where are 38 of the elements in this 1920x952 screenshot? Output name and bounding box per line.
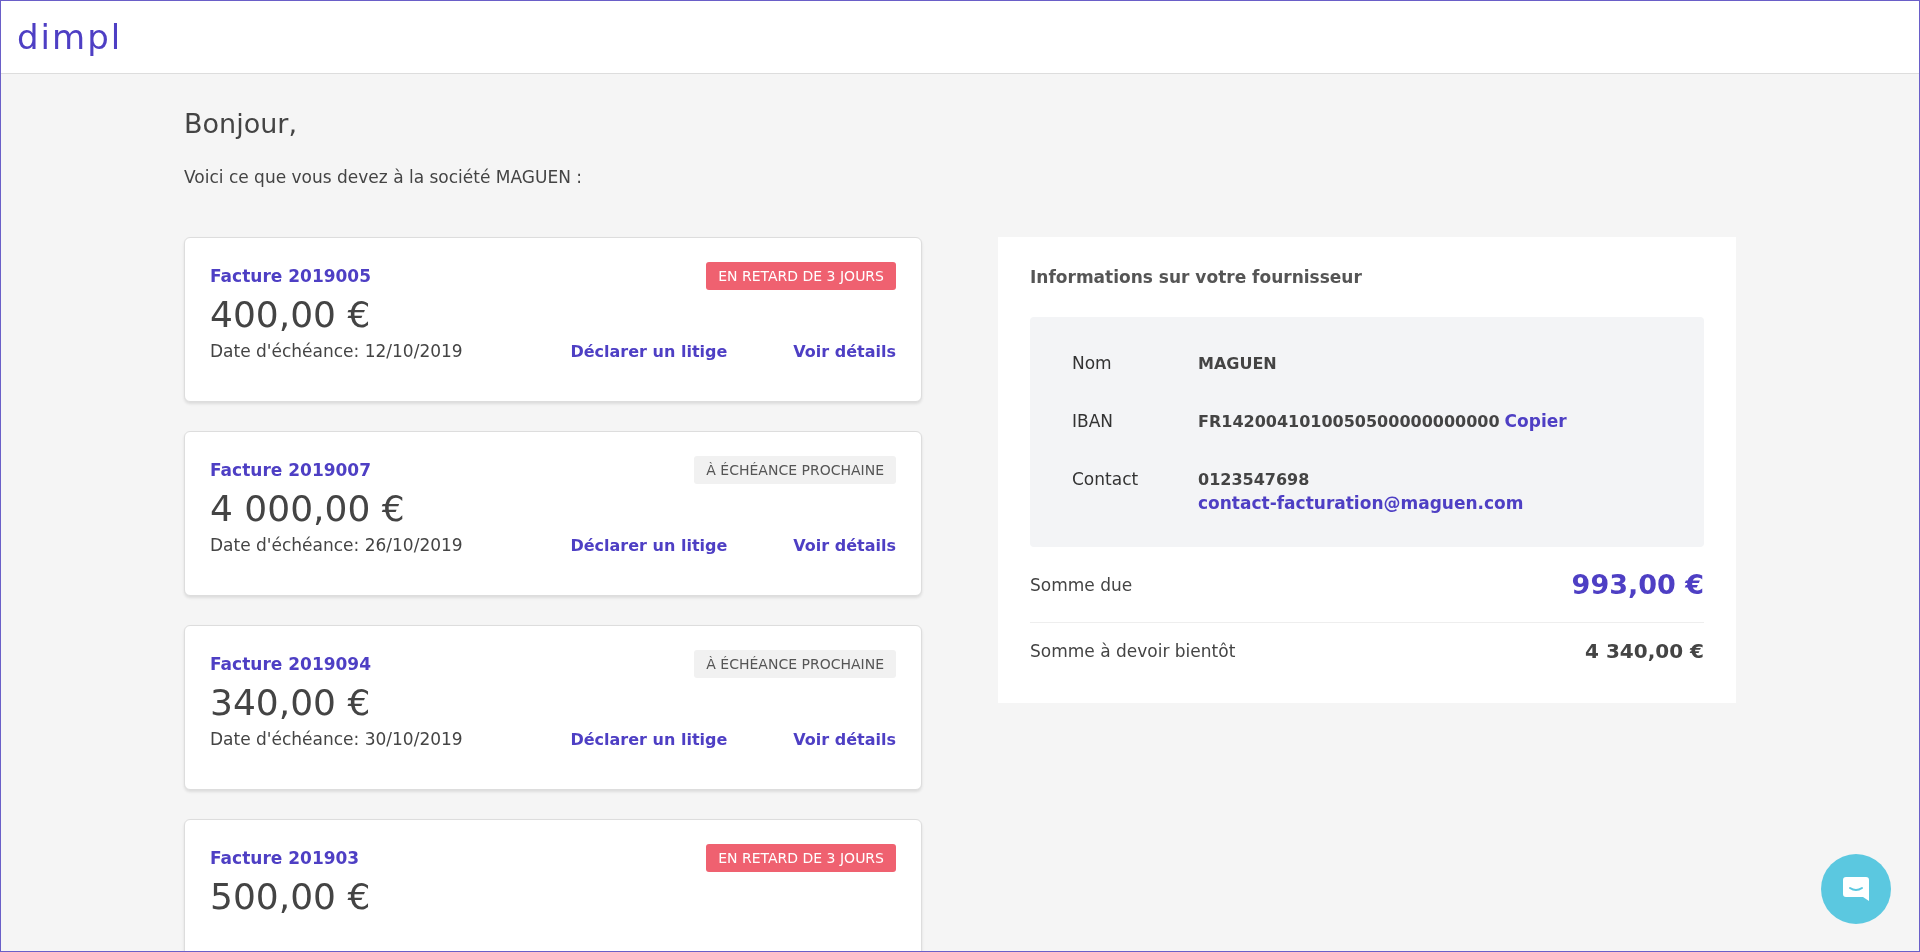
copy-link[interactable]: Copier <box>1504 411 1567 431</box>
due-date: Date d'échéance: 26/10/2019 <box>210 535 463 555</box>
field-value: 0123547698 <box>1198 470 1310 489</box>
total-amount: 4 340,00 € <box>1585 639 1704 663</box>
invoice-title[interactable]: Facture 201903 <box>210 848 360 868</box>
intro-text: Voici ce que vous devez à la société MAGUEN : <box>184 167 584 187</box>
dispute-link[interactable]: Déclarer un litige <box>570 341 728 361</box>
total-label: Somme à devoir bientôt <box>1030 641 1236 661</box>
field-label: IBAN <box>1072 411 1115 431</box>
field-label: Contact <box>1072 469 1140 491</box>
chat-icon <box>1841 874 1871 904</box>
details-link[interactable]: Voir détails <box>793 729 896 749</box>
invoice-amount: 400,00 € <box>210 294 372 335</box>
email-link[interactable]: contact-facturation@maguen.com <box>1198 493 1524 513</box>
status-badge: EN RETARD DE 3 JOURS <box>706 844 896 872</box>
invoice-title[interactable]: Facture 2019007 <box>210 460 372 480</box>
field-label: Nom <box>1072 353 1113 373</box>
field-value: FR1420041010050500000000000 <box>1198 412 1500 431</box>
due-date: Date d'échéance: 30/10/2019 <box>210 729 463 749</box>
details-link[interactable]: Voir détails <box>793 535 896 555</box>
status-badge: EN RETARD DE 3 JOURS <box>706 262 896 290</box>
field-value: MAGUEN <box>1198 354 1277 373</box>
dispute-link[interactable]: Déclarer un litige <box>570 729 728 749</box>
invoice-title[interactable]: Facture 2019094 <box>210 654 372 674</box>
invoice-amount: 500,00 € <box>210 876 372 917</box>
total-label: Somme due <box>1030 574 1133 595</box>
details-link[interactable]: Voir détails <box>793 341 896 361</box>
status-badge: À ÉCHÉANCE PROCHAINE <box>694 456 896 484</box>
logo[interactable]: dimpl <box>17 17 123 57</box>
panel-title: Informations sur votre fournisseur <box>1030 267 1363 287</box>
invoice-amount: 4 000,00 € <box>210 488 406 529</box>
total-amount: 993,00 € <box>1571 569 1704 600</box>
status-badge: À ÉCHÉANCE PROCHAINE <box>694 650 896 678</box>
invoice-title[interactable]: Facture 2019005 <box>210 266 372 286</box>
greeting: Bonjour, <box>184 108 298 139</box>
invoice-amount: 340,00 € <box>210 682 372 723</box>
dispute-link[interactable]: Déclarer un litige <box>570 535 728 555</box>
due-date: Date d'échéance: 12/10/2019 <box>210 341 463 361</box>
